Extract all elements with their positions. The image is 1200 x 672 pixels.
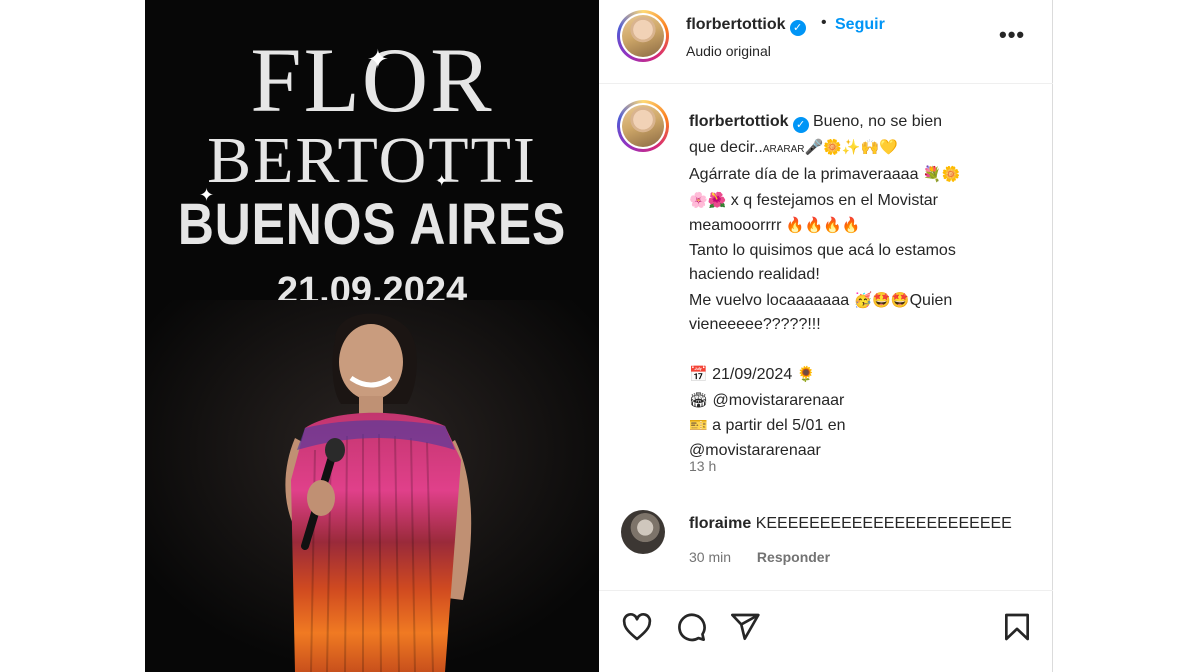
post-timestamp[interactable]: 13 h — [689, 458, 716, 474]
caption-line: a partir del 5/01 en — [707, 417, 846, 434]
audio-link[interactable]: Audio original — [686, 43, 771, 59]
caption-line: Tanto lo quisimos que acá lo estamos — [689, 241, 956, 259]
sunflower-icon: 🌻 — [796, 365, 816, 383]
emoji-group: 🥳🤩🤩 — [853, 290, 910, 309]
comment-time[interactable]: 30 min — [689, 549, 731, 565]
caption-line: Bueno, no se bien — [813, 113, 942, 130]
caption-line: meamooorrrr — [689, 217, 786, 234]
ticket-icon: 🎫 — [689, 416, 708, 434]
action-bar — [599, 590, 1053, 672]
caption-text: florbertottiok ✓ Bueno, no se bien que de… — [689, 110, 1029, 463]
caption-line: haciendo realidad! — [689, 266, 820, 283]
caption-line: 21/09/2024 — [707, 366, 797, 383]
post-details-panel: florbertottiok ✓ • Seguir Audio original … — [599, 0, 1053, 672]
comment-text: floraime KEEEEEEEEEEEEEEEEEEEEEEE — [689, 515, 1012, 533]
calendar-icon: 📅 — [689, 365, 708, 383]
verified-badge-icon: ✓ — [789, 20, 806, 36]
emoji-group: 🎤🌼✨🙌💛 — [804, 137, 898, 156]
post-media[interactable]: FLOR BERTOTTI BUENOS AIRES 21.09.2024 ✦ … — [145, 0, 599, 672]
caption-line: Agárrate día de la primaveraaaa — [689, 166, 923, 183]
caption-line: Quien — [909, 291, 953, 309]
separator-dot: • — [821, 14, 827, 31]
emoji-group: 🔥🔥🔥🔥 — [785, 216, 861, 234]
performer-photo — [145, 300, 599, 672]
reply-button[interactable]: Responder — [757, 549, 830, 565]
sparkle-icon: ✦ — [435, 173, 449, 190]
stadium-icon: 🏟 — [689, 390, 709, 409]
mention-link[interactable]: @movistararenaar — [689, 439, 1029, 464]
commenter-avatar[interactable] — [621, 510, 665, 554]
commenter-username[interactable]: floraime — [689, 515, 751, 532]
author-username[interactable]: florbertottiok — [686, 16, 786, 33]
heart-icon[interactable] — [621, 611, 653, 643]
comment-body: KEEEEEEEEEEEEEEEEEEEEEEE — [755, 515, 1012, 532]
author-username-link[interactable]: florbertottiok ✓ — [686, 16, 806, 36]
post-header: florbertottiok ✓ • Seguir Audio original … — [599, 0, 1053, 84]
author-avatar[interactable] — [617, 10, 669, 62]
caption-line: Me vuelvo locaaaaaaa — [689, 291, 854, 309]
sparkle-icon: ✦ — [367, 44, 389, 74]
comment-meta: 30 min Responder — [689, 549, 852, 565]
send-icon[interactable] — [729, 611, 761, 643]
caption-line: x q festejamos en el Movistar — [726, 191, 938, 209]
caption-line: que decir.. — [689, 138, 763, 156]
emoji-group: 💐🌼 — [922, 165, 961, 183]
caption-small-text: ARARAR — [762, 143, 805, 155]
bookmark-icon[interactable] — [1001, 611, 1033, 643]
more-options-icon[interactable]: ••• — [999, 22, 1025, 48]
caption-line: vieneeeee?????!!! — [689, 316, 821, 333]
mention-link[interactable]: @movistararenaar — [708, 392, 844, 409]
emoji-group: 🌸🌺 — [689, 190, 727, 209]
sparkle-icon: ✦ — [199, 185, 215, 205]
comment-icon[interactable] — [675, 611, 707, 643]
caption-author-avatar[interactable] — [617, 100, 669, 152]
caption-username[interactable]: florbertottiok — [689, 113, 789, 130]
verified-badge-icon: ✓ — [792, 117, 809, 133]
follow-button[interactable]: Seguir — [835, 16, 885, 34]
poster-city: BUENOS AIRES — [177, 192, 567, 257]
